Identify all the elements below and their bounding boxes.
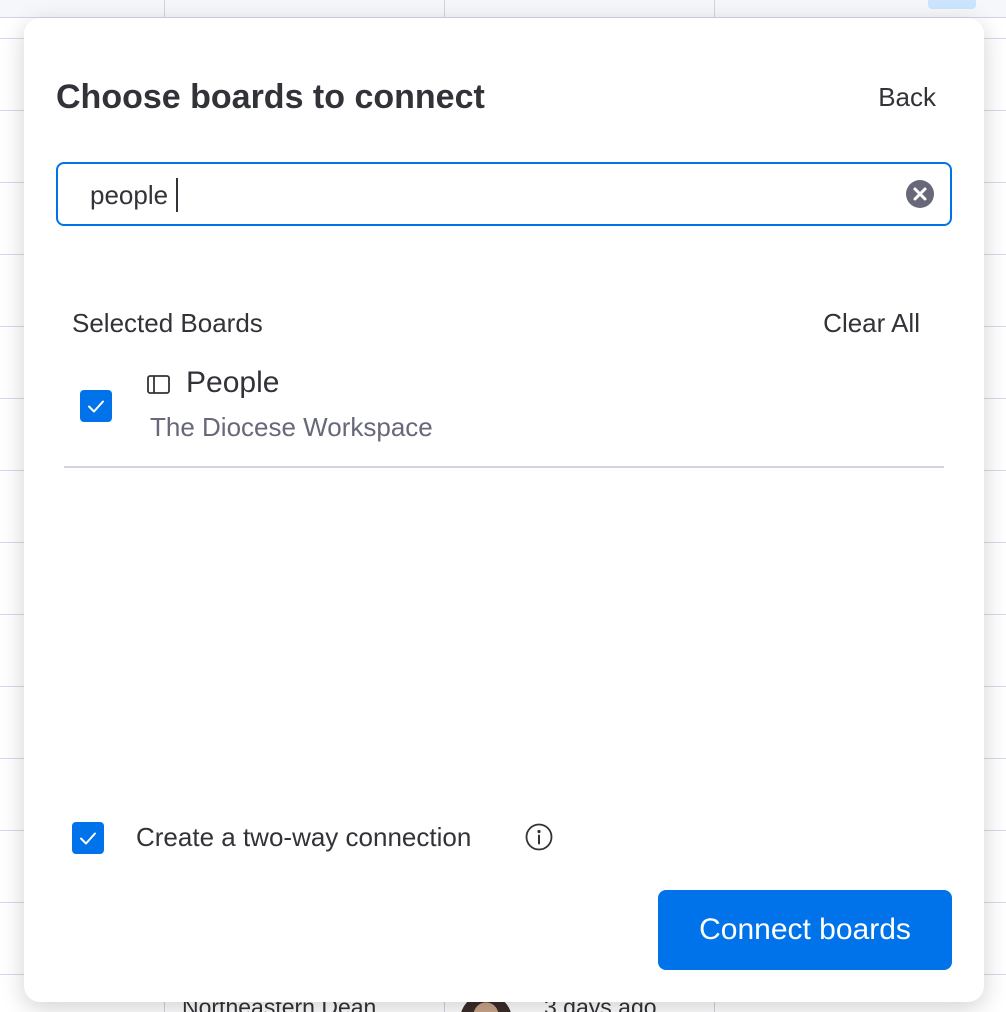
search-box[interactable] — [56, 162, 952, 226]
connect-boards-button[interactable]: Connect boards — [658, 890, 952, 970]
back-button[interactable]: Back — [878, 82, 936, 113]
info-icon[interactable] — [524, 822, 554, 852]
connect-boards-dialog: Choose boards to connect Back Selected B… — [24, 18, 984, 1002]
board-workspace: The Diocese Workspace — [150, 412, 433, 442]
board-checkbox[interactable] — [80, 390, 112, 422]
board-name: People — [186, 366, 280, 399]
board-icon — [147, 375, 170, 394]
background-header — [0, 0, 1006, 18]
clear-all-button[interactable]: Clear All — [823, 308, 920, 339]
text-caret — [176, 178, 178, 212]
clear-search-icon[interactable] — [906, 180, 934, 208]
selected-board-item[interactable]: People The Diocese Workspace — [64, 358, 944, 468]
two-way-checkbox[interactable] — [72, 822, 104, 854]
search-input[interactable] — [90, 178, 870, 212]
selected-boards-label: Selected Boards — [72, 308, 263, 338]
two-way-connection-option: Create a two-way connection — [72, 818, 672, 858]
background-chip — [928, 0, 976, 9]
dialog-title: Choose boards to connect — [56, 78, 485, 116]
two-way-label: Create a two-way connection — [136, 822, 472, 852]
